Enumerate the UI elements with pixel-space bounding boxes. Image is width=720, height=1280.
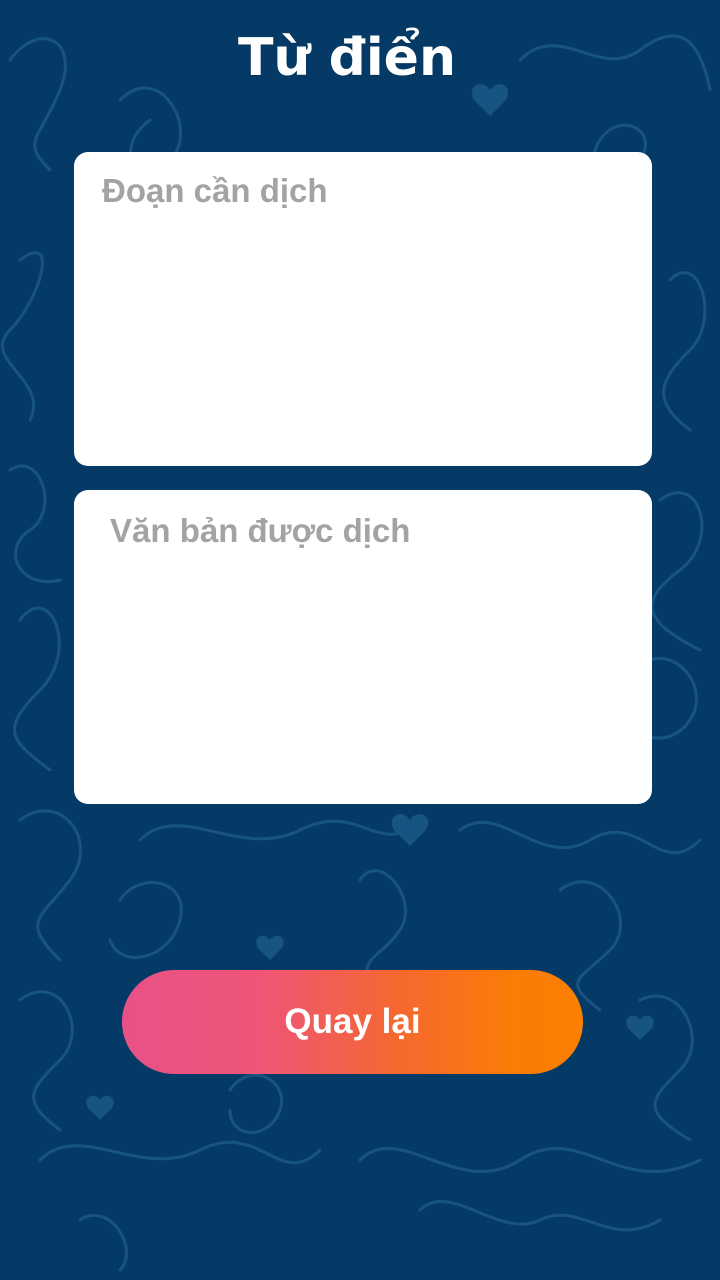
- translated-text-output[interactable]: [74, 490, 652, 804]
- translated-text-box[interactable]: [74, 490, 652, 804]
- source-text-input[interactable]: [74, 152, 652, 466]
- source-text-box[interactable]: [74, 152, 652, 466]
- page-title: Từ điển: [238, 28, 456, 88]
- back-button[interactable]: Quay lại: [122, 970, 583, 1074]
